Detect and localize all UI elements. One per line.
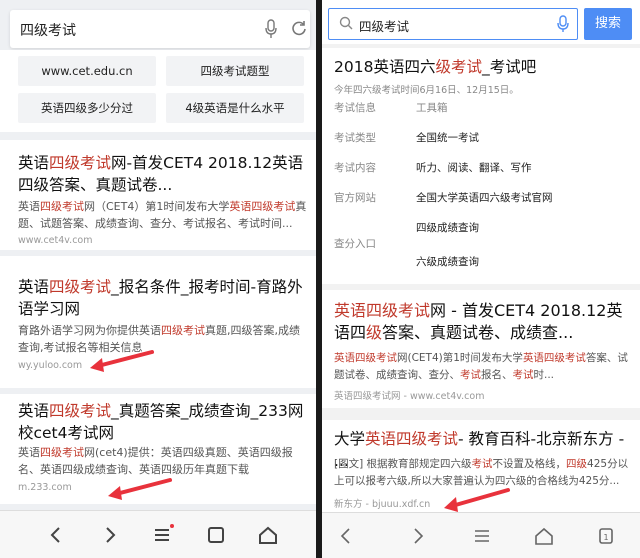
red-arrow-annotation	[90, 350, 154, 372]
cet6-score-link[interactable]: 六级成绩查询	[416, 254, 479, 269]
search-icon	[339, 16, 353, 30]
info-key: 查分入口	[334, 238, 376, 250]
menu-icon[interactable]	[470, 524, 494, 548]
right-browser-screenshot: 四级考试 搜索 2018英语四六级考试_考试吧 今年四六级考试时间6月16日、1…	[322, 0, 640, 558]
result-description: 英语四级考试网(CET4)第1时间发布大学英语四级考试答案、试题试卷、成绩查询、…	[334, 352, 628, 381]
tabs-icon[interactable]: 1	[594, 524, 618, 548]
info-key: 考试类型	[334, 132, 376, 144]
search-button[interactable]: 搜索	[584, 8, 632, 40]
info-value[interactable]: 工具箱	[416, 100, 448, 115]
result-url: m.233.com	[18, 482, 72, 493]
exam-info-card: 2018英语四六级考试_考试吧 今年四六级考试时间6月16日、12月15日。 考…	[322, 48, 640, 284]
search-bar[interactable]: 四级考试	[10, 10, 310, 48]
result-title[interactable]: 英语四级考试网 - 首发CET4 2018.12英语四级答案、真题试卷、成绩查.…	[334, 300, 628, 344]
result-title[interactable]: 英语四级考试_真题答案_成绩查询_233网校cet4考试网	[18, 400, 308, 444]
related-searches: www.cet.edu.cn 四级考试题型 英语四级多少分过 4级英语是什么水平	[0, 50, 316, 132]
result-url: wy.yuloo.com	[18, 360, 83, 371]
menu-icon[interactable]	[150, 523, 174, 547]
result-url: 英语四级考试网 - www.cet4v.com	[334, 391, 485, 402]
result-title[interactable]: 英语四级考试_报名条件_报考时间-育路外语学习网	[18, 276, 308, 320]
result-subtitle: 今年四六级考试时间6月16日、12月15日。	[334, 85, 519, 96]
forward-icon[interactable]	[406, 524, 430, 548]
related-chip[interactable]: 4级英语是什么水平	[166, 93, 304, 123]
info-value: 全国统一考试	[416, 132, 479, 144]
info-key: 考试信息	[334, 102, 376, 114]
result-url: 新东方 - bjuuu.xdf.cn	[334, 499, 431, 510]
search-input[interactable]: 四级考试	[20, 20, 76, 40]
bottom-navigation	[0, 510, 316, 558]
search-header: 四级考试 搜索	[322, 0, 640, 44]
red-arrow-annotation	[108, 478, 172, 500]
related-chip[interactable]: 英语四级多少分过	[18, 93, 156, 123]
search-result[interactable]: 英语四级考试网-首发CET4 2018.12英语四级答案、真题试卷... 英语四…	[0, 140, 316, 250]
red-arrow-annotation	[444, 488, 510, 512]
search-bar[interactable]: 四级考试	[328, 8, 578, 40]
info-key: 官方网站	[334, 192, 376, 204]
info-value: 听力、阅读、翻译、写作	[416, 162, 532, 174]
result-description: 育路外语学习网为你提供英语四级考试真题,四级答案,成绩查询,考试报名等相关信息	[18, 324, 300, 354]
cet4-score-link[interactable]: 四级成绩查询	[416, 220, 479, 235]
result-description: 英语四级考试网(cet4)提供：英语四级真题、英语四级报名、英语四级成绩查询、英…	[18, 446, 293, 476]
back-icon[interactable]	[334, 524, 358, 548]
related-chip[interactable]: 四级考试题型	[166, 56, 304, 86]
home-icon[interactable]	[256, 523, 280, 547]
bottom-navigation: 1	[322, 512, 640, 558]
refresh-icon[interactable]	[290, 19, 308, 37]
tabs-icon[interactable]	[204, 523, 228, 547]
forward-icon[interactable]	[98, 523, 122, 547]
search-result[interactable]: 英语四级考试网 - 首发CET4 2018.12英语四级答案、真题试卷、成绩查.…	[322, 290, 640, 408]
back-icon[interactable]	[44, 523, 68, 547]
result-title[interactable]: 英语四级考试网-首发CET4 2018.12英语四级答案、真题试卷...	[18, 152, 308, 196]
result-title[interactable]: 2018英语四六级考试_考试吧	[334, 56, 536, 78]
official-site-link[interactable]: 全国大学英语四六级考试官网	[416, 190, 553, 205]
related-chip[interactable]: www.cet.edu.cn	[18, 56, 156, 86]
microphone-icon[interactable]	[557, 15, 569, 33]
result-url: www.cet4v.com	[18, 235, 93, 246]
info-key: 考试内容	[334, 162, 376, 174]
home-icon[interactable]	[532, 524, 556, 548]
search-result[interactable]: 英语四级考试_报名条件_报考时间-育路外语学习网 育路外语学习网为你提供英语四级…	[0, 256, 316, 388]
left-browser-screenshot: 四级考试 www.cet.edu.cn 四级考试题型 英语四级多少分过 4级英语…	[0, 0, 316, 558]
microphone-icon[interactable]	[264, 19, 278, 39]
search-input[interactable]: 四级考试	[359, 16, 409, 35]
svg-text:1: 1	[603, 533, 608, 542]
result-description: 英语四级考试网（CET4）第1时间发布大学英语四级考试真题、试题答案、成绩查询、…	[18, 200, 307, 230]
